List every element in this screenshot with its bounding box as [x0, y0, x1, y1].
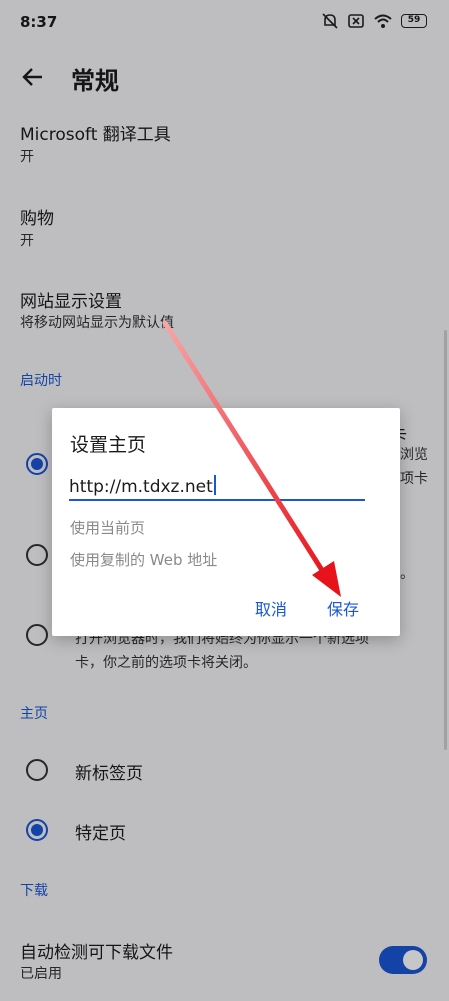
- homepage-url-value: http://m.tdxz.net: [69, 477, 213, 497]
- homepage-url-input[interactable]: http://m.tdxz.net: [69, 473, 365, 501]
- use-current-page-option[interactable]: 使用当前页: [70, 517, 145, 538]
- set-homepage-dialog: 设置主页 http://m.tdxz.net 使用当前页 使用复制的 Web 地…: [52, 408, 400, 636]
- use-copied-url-option[interactable]: 使用复制的 Web 地址: [70, 549, 217, 570]
- save-button[interactable]: 保存: [327, 596, 359, 620]
- text-caret: [213, 475, 216, 495]
- dialog-title: 设置主页: [70, 434, 147, 456]
- cancel-button[interactable]: 取消: [255, 596, 287, 620]
